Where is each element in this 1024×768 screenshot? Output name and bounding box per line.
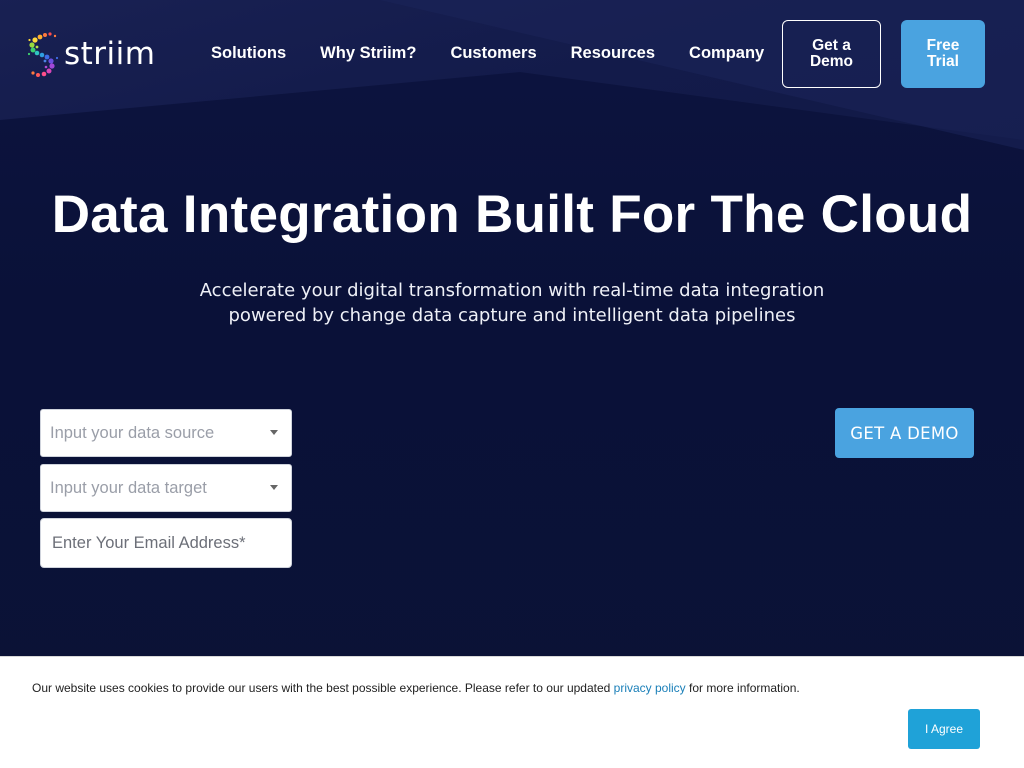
data-source-placeholder: Input your data source xyxy=(50,423,215,442)
nav-resources[interactable]: Resources xyxy=(571,44,655,63)
privacy-policy-link[interactable]: privacy policy xyxy=(614,681,686,695)
cookie-message: Our website uses cookies to provide our … xyxy=(32,681,800,695)
hero-subtitle: Accelerate your digital transformation w… xyxy=(0,278,1024,328)
cookie-banner: Our website uses cookies to provide our … xyxy=(0,656,1024,768)
email-input[interactable] xyxy=(40,518,292,568)
cookie-text-before: Our website uses cookies to provide our … xyxy=(32,681,614,695)
data-source-select[interactable]: Input your data source xyxy=(40,409,292,457)
logo-wordmark: striim xyxy=(64,35,156,72)
nav-customers[interactable]: Customers xyxy=(450,44,536,63)
striim-logo[interactable]: striim xyxy=(28,30,158,78)
hero-subtitle-line-2: powered by change data capture and intel… xyxy=(228,305,796,326)
cookie-text-after: for more information. xyxy=(685,681,800,695)
get-a-demo-label: Get a Demo xyxy=(809,37,854,70)
i-agree-button[interactable]: I Agree xyxy=(908,709,980,749)
nav-company[interactable]: Company xyxy=(689,44,764,63)
hero-subtitle-line-1: Accelerate your digital transformation w… xyxy=(199,280,825,301)
hero-background xyxy=(0,0,1024,768)
get-a-demo-button[interactable]: Get a Demo xyxy=(782,20,881,88)
main-nav: Solutions Why Striim? Customers Resource… xyxy=(211,44,798,63)
data-target-placeholder: Input your data target xyxy=(50,478,207,497)
nav-why-striim[interactable]: Why Striim? xyxy=(320,44,416,63)
get-a-demo-submit-button[interactable]: GET A DEMO xyxy=(835,408,974,458)
striim-logo-icon xyxy=(28,32,59,77)
free-trial-button[interactable]: Free Trial xyxy=(901,20,985,88)
free-trial-label: Free Trial xyxy=(926,37,960,70)
data-target-select[interactable]: Input your data target xyxy=(40,464,292,512)
nav-solutions[interactable]: Solutions xyxy=(211,44,286,63)
hero-title: Data Integration Built For The Cloud xyxy=(51,185,973,244)
site-header: striim Solutions Why Striim? Customers R… xyxy=(0,0,1024,110)
caret-down-icon xyxy=(270,485,278,490)
caret-down-icon xyxy=(270,430,278,435)
